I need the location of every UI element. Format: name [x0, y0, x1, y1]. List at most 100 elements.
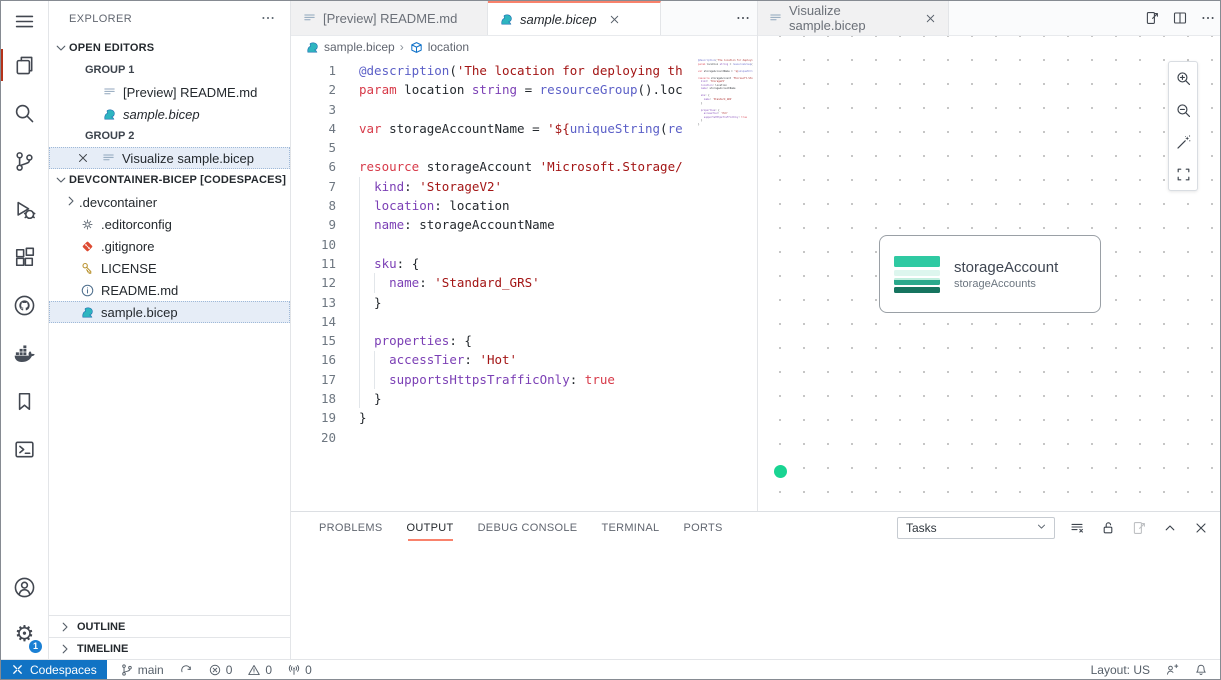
close-editor-button[interactable]	[75, 150, 91, 166]
close-tab-button[interactable]	[607, 11, 623, 27]
activity-github[interactable]	[1, 281, 48, 329]
chevron-right-icon	[57, 619, 73, 635]
activity-explorer[interactable]	[1, 41, 48, 89]
vscode-window: ⚙1 EXPLORER OPEN EDITORS GROUP 1 [Preview]…	[0, 0, 1221, 680]
md-preview-icon	[302, 11, 317, 26]
status-ports[interactable]: 0	[287, 663, 312, 677]
tab-preview-readme-md[interactable]: [Preview] README.md	[291, 1, 488, 35]
zoom-in-button[interactable]	[1169, 62, 1197, 94]
item-label: [Preview] README.md	[123, 85, 257, 100]
code-editor[interactable]: 1234567891011121314151617181920 @descrip…	[291, 58, 757, 511]
bicep-visualizer-canvas[interactable]: storageAccount storageAccounts	[758, 36, 1221, 511]
status-layout[interactable]: Layout: US	[1091, 663, 1150, 677]
zoom-out-button[interactable]	[1169, 94, 1197, 126]
more-icon	[260, 10, 276, 26]
fit-icon	[1175, 166, 1192, 183]
open-editor-icon	[1131, 520, 1147, 536]
sidebar-section-devcontainer-bicep-codespaces[interactable]: DEVCONTAINER-BICEP [CODESPACES]	[49, 169, 290, 191]
breadcrumb-item-sample-bicep[interactable]: sample.bicep	[305, 40, 395, 55]
panel-tab-debug-console[interactable]: DEBUG CONSOLE	[478, 522, 578, 534]
close-panel-button[interactable]	[1192, 519, 1210, 537]
status-warnings[interactable]: 0	[247, 663, 272, 677]
more-actions-button[interactable]	[1194, 1, 1221, 35]
tab-sample-bicep[interactable]: sample.bicep	[488, 1, 661, 35]
status-feedback[interactable]	[1165, 663, 1179, 677]
code-line-18: }	[359, 389, 696, 408]
sidebar-section-timeline[interactable]: TIMELINE	[49, 637, 290, 659]
minimap[interactable]: @description('The location for deploying…	[698, 59, 753, 149]
symbol-box-icon	[409, 40, 424, 55]
sidebar-section-open-editors[interactable]: OPEN EDITORS	[49, 37, 290, 59]
panel-tab-problems[interactable]: PROBLEMS	[319, 522, 383, 534]
sidebar-item-gitignore[interactable]: .gitignore	[49, 235, 290, 257]
activity-menu[interactable]	[1, 1, 48, 41]
clear-output-button[interactable]	[1068, 519, 1086, 537]
sidebar-section-outline[interactable]: OUTLINE	[49, 615, 290, 637]
source-control-icon	[13, 150, 36, 173]
sidebar-item-readme-md[interactable]: README.md	[49, 279, 290, 301]
activity-docker[interactable]	[1, 329, 48, 377]
sidebar-item-sample-bicep[interactable]: sample.bicep	[49, 103, 290, 125]
code-line-13: }	[359, 293, 696, 312]
auto-layout-button[interactable]	[1169, 126, 1197, 158]
line-numbers: 1234567891011121314151617181920	[291, 61, 336, 447]
breadcrumb-item-location[interactable]: location	[409, 40, 469, 55]
status-branch[interactable]: main	[120, 663, 164, 677]
error-icon	[208, 663, 222, 677]
activity-powershell[interactable]	[1, 425, 48, 473]
branch-icon	[120, 663, 134, 677]
panel-tab-terminal[interactable]: TERMINAL	[601, 522, 659, 534]
split-icon	[1172, 10, 1188, 26]
panel-tab-ports[interactable]: PORTS	[683, 522, 722, 534]
activity-settings[interactable]: ⚙1	[1, 611, 48, 659]
fit-to-screen-button[interactable]	[1169, 158, 1197, 190]
open-source-file-button[interactable]	[1138, 1, 1166, 35]
activity-extensions[interactable]	[1, 233, 48, 281]
status-errors[interactable]: 0	[208, 663, 233, 677]
toggle-auto-scrolling-button[interactable]	[1099, 519, 1117, 537]
status-notifications[interactable]	[1194, 663, 1208, 677]
sidebar-item-devcontainer[interactable]: .devcontainer	[49, 191, 290, 213]
panel-tab-output[interactable]: OUTPUT	[407, 522, 454, 534]
remote-indicator[interactable]: Codespaces	[1, 660, 107, 680]
output-channel-value: Tasks	[906, 521, 937, 535]
maximize-panel-button[interactable]	[1161, 519, 1179, 537]
group-label: GROUP 1	[85, 64, 134, 76]
chevron-down-icon	[53, 172, 69, 188]
close-tab-button[interactable]	[922, 10, 938, 26]
resource-node-storage-account[interactable]: storageAccount storageAccounts	[879, 235, 1101, 313]
sidebar-more-actions-button[interactable]	[260, 10, 278, 28]
section-label: OUTLINE	[77, 621, 125, 633]
editor-more-actions-button[interactable]	[729, 1, 757, 35]
sidebar-item-sample-bicep[interactable]: sample.bicep	[49, 301, 290, 323]
bookmark-icon	[13, 390, 36, 413]
sidebar-item-editorconfig[interactable]: .editorconfig	[49, 213, 290, 235]
visualizer-toolbar	[1168, 61, 1198, 191]
item-label: README.md	[101, 283, 178, 298]
status-sync[interactable]	[179, 663, 193, 677]
activity-source-control[interactable]	[1, 137, 48, 185]
code-line-3	[359, 100, 696, 119]
output-channel-select[interactable]: Tasks	[897, 517, 1055, 539]
key-icon	[80, 261, 95, 276]
wand-icon	[1175, 134, 1192, 151]
sidebar-item-visualize-sample-bicep[interactable]: Visualize sample.bicep	[49, 147, 290, 169]
sidebar-item-license[interactable]: LICENSE	[49, 257, 290, 279]
activity-run-debug[interactable]	[1, 185, 48, 233]
split-editor-button[interactable]	[1166, 1, 1194, 35]
chevron-right-icon	[63, 193, 79, 209]
sidebar-header: EXPLORER	[49, 1, 290, 37]
group-label: GROUP 2	[85, 130, 134, 142]
sidebar-item-preview-readme-md[interactable]: [Preview] README.md	[49, 81, 290, 103]
status-bar: Codespaces main000 Layout: US	[1, 659, 1220, 679]
activity-bookmarks[interactable]	[1, 377, 48, 425]
code-line-7: kind: 'StorageV2'	[359, 177, 696, 196]
activity-account[interactable]	[1, 563, 48, 611]
sync-icon	[179, 663, 193, 677]
open-output-in-editor-button[interactable]	[1130, 519, 1148, 537]
tab-visualize-sample-bicep[interactable]: Visualize sample.bicep	[758, 1, 949, 35]
badge: 1	[29, 640, 42, 653]
files-icon	[13, 54, 36, 77]
code-lines[interactable]: @description('The location for deploying…	[359, 61, 696, 447]
activity-search[interactable]	[1, 89, 48, 137]
